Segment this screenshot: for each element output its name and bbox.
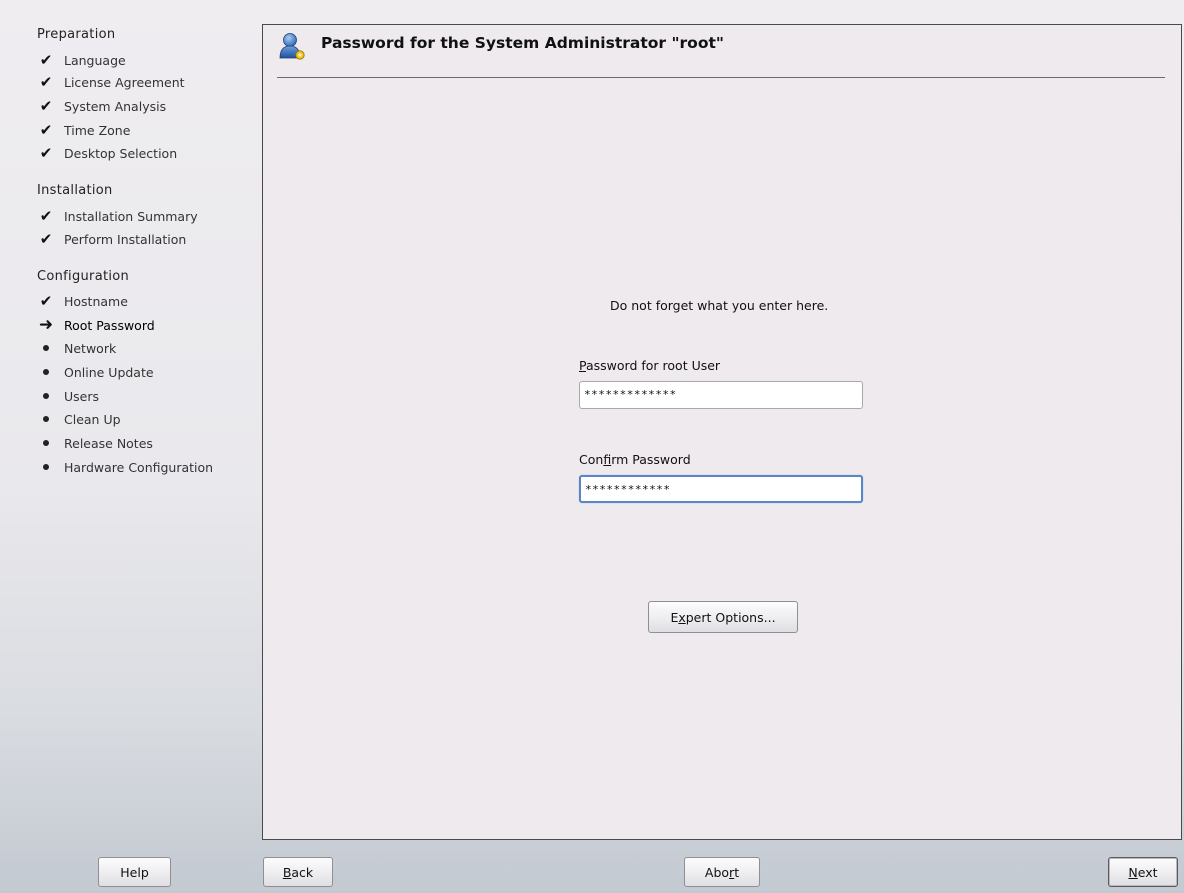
- password-label-text: assword for root User: [585, 358, 721, 373]
- step-label: Language: [64, 52, 126, 68]
- step-perform-installation: ✔ Perform Installation: [37, 229, 187, 249]
- step-system-analysis: ✔ System Analysis: [37, 96, 166, 116]
- step-users: Users: [37, 386, 99, 406]
- step-label: Users: [64, 388, 100, 404]
- step-network: Network: [37, 338, 116, 358]
- bullet-icon: [37, 410, 55, 428]
- next-label-mnemonic: N: [1128, 864, 1138, 880]
- checkmark-icon: ✔: [39, 73, 53, 91]
- step-label: Hardware Configuration: [64, 459, 214, 475]
- step-online-update: Online Update: [37, 362, 154, 382]
- password-label: Password for root User: [579, 358, 720, 373]
- page-title: Password for the System Administrator "r…: [321, 34, 724, 52]
- checkmark-icon: ✔: [39, 51, 53, 69]
- back-button[interactable]: Back: [263, 857, 333, 887]
- step-label: Online Update: [64, 364, 154, 380]
- installation-steps-sidebar: Preparation ✔ Language ✔ License Agreeme…: [0, 0, 258, 893]
- arrow-right-icon: ➜: [38, 315, 54, 335]
- bullet-icon: [37, 363, 55, 381]
- step-language: ✔ Language: [37, 50, 126, 70]
- root-password-panel: Password for the System Administrator "r…: [262, 24, 1182, 840]
- expert-options-button[interactable]: Ex pert Options...: [648, 601, 798, 633]
- checkmark-icon: ✔: [39, 97, 53, 115]
- step-label: Clean Up: [64, 411, 121, 427]
- confirm-label-pre: Con: [579, 452, 604, 467]
- step-label: Hostname: [64, 293, 128, 309]
- user-admin-icon: [279, 32, 307, 62]
- step-root-password: ➜ Root Password: [37, 315, 155, 335]
- checkmark-icon: ✔: [39, 207, 53, 225]
- password-label-mnemonic: P: [579, 358, 586, 373]
- checkmark-icon: ✔: [39, 144, 53, 162]
- title-divider: [277, 77, 1165, 78]
- step-label: Installation Summary: [64, 208, 198, 224]
- section-title-configuration: Configuration: [37, 269, 130, 284]
- step-installation-summary: ✔ Installation Summary: [37, 206, 198, 226]
- step-label: Network: [64, 340, 117, 356]
- step-license-agreement: ✔ License Agreement: [37, 72, 185, 92]
- checkmark-icon: ✔: [39, 292, 53, 310]
- step-clean-up: Clean Up: [37, 409, 121, 429]
- expert-label-mnemonic: x: [678, 609, 686, 625]
- bullet-icon: [37, 339, 55, 357]
- help-button[interactable]: Help: [98, 857, 171, 887]
- step-hardware-configuration: Hardware Configuration: [37, 457, 213, 477]
- expert-label-text: pert Options...: [685, 609, 776, 625]
- expert-label-pre: E: [670, 609, 679, 625]
- back-label-mnemonic: B: [282, 864, 292, 880]
- bullet-icon: [37, 387, 55, 405]
- abort-label-pre: Abo: [704, 864, 730, 880]
- step-desktop-selection: ✔ Desktop Selection: [37, 143, 177, 163]
- confirm-password-field[interactable]: ************: [579, 475, 863, 503]
- step-label: Root Password: [64, 317, 155, 333]
- bullet-icon: [37, 458, 55, 476]
- section-title-preparation: Preparation: [37, 27, 116, 42]
- step-label: Release Notes: [64, 435, 153, 451]
- abort-label-text: t: [734, 864, 740, 880]
- step-release-notes: Release Notes: [37, 433, 153, 453]
- back-label-text: ack: [291, 864, 314, 880]
- password-hint: Do not forget what you enter here.: [610, 298, 829, 313]
- confirm-label-mnemonic: f: [603, 452, 612, 467]
- bullet-icon: [37, 434, 55, 452]
- section-title-installation: Installation: [37, 183, 113, 198]
- checkmark-icon: ✔: [39, 230, 53, 248]
- checkmark-icon: ✔: [39, 121, 53, 139]
- next-button[interactable]: Next: [1108, 857, 1178, 887]
- step-label: Time Zone: [64, 122, 131, 138]
- step-time-zone: ✔ Time Zone: [37, 120, 131, 140]
- step-label: License Agreement: [64, 74, 185, 90]
- step-label: System Analysis: [64, 98, 167, 114]
- confirm-password-label: Confirm Password: [579, 452, 691, 467]
- step-label: Perform Installation: [64, 231, 187, 247]
- step-label: Desktop Selection: [64, 145, 178, 161]
- abort-button[interactable]: Abo r t: [684, 857, 760, 887]
- next-label-text: ext: [1137, 864, 1158, 880]
- confirm-label-text: irm Password: [611, 452, 691, 467]
- step-hostname: ✔ Hostname: [37, 291, 128, 311]
- password-field[interactable]: *************: [579, 381, 863, 409]
